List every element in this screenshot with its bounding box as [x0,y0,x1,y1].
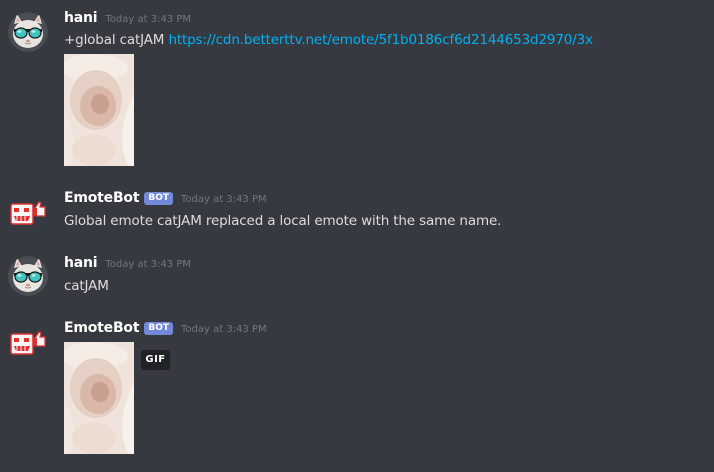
username[interactable]: EmoteBot [64,190,140,206]
avatar-emotebot[interactable] [8,324,48,364]
bot-tag: BOT [144,192,173,205]
message-content: +global catJAM https://cdn.betterttv.net… [64,32,593,48]
gif-badge: GIF [141,350,170,370]
cat-sunglasses-avatar-icon [8,256,48,296]
message-text: catJAM [64,278,109,294]
timestamp: Today at 3:43 PM [181,324,267,335]
catjam-image-icon [64,342,134,454]
avatar-emotebot[interactable] [8,194,48,234]
username[interactable]: hani [64,255,98,271]
username[interactable]: hani [64,10,98,26]
message-header: EmoteBot BOT Today at 3:43 PM [64,320,267,340]
avatar-hani[interactable] [8,12,48,52]
timestamp: Today at 3:43 PM [181,194,267,205]
emote-link[interactable]: https://cdn.betterttv.net/emote/5f1b0186… [168,32,593,48]
avatar-hani[interactable] [8,256,48,296]
chat-message-list: hani Today at 3:43 PM +global catJAM htt… [0,0,714,472]
catjam-gif-embed[interactable] [64,342,134,454]
message-header: EmoteBot BOT Today at 3:43 PM [64,190,267,210]
username[interactable]: EmoteBot [64,320,140,336]
catjam-image-icon [64,54,134,166]
emotebot-avatar-icon [10,201,46,225]
message-header: hani Today at 3:43 PM [64,10,191,30]
cat-sunglasses-avatar-icon [8,12,48,52]
message-header: hani Today at 3:43 PM [64,255,191,275]
message-content: Global emote catJAM replaced a local emo… [64,213,501,229]
timestamp: Today at 3:43 PM [105,14,192,25]
emotebot-avatar-icon [10,331,46,355]
timestamp: Today at 3:43 PM [105,259,192,270]
bot-tag: BOT [144,322,173,335]
message-text: +global catJAM [64,32,169,48]
message-content: catJAM [64,278,109,294]
message-text: Global emote catJAM replaced a local emo… [64,213,502,229]
catjam-gif-preview[interactable] [64,54,134,166]
